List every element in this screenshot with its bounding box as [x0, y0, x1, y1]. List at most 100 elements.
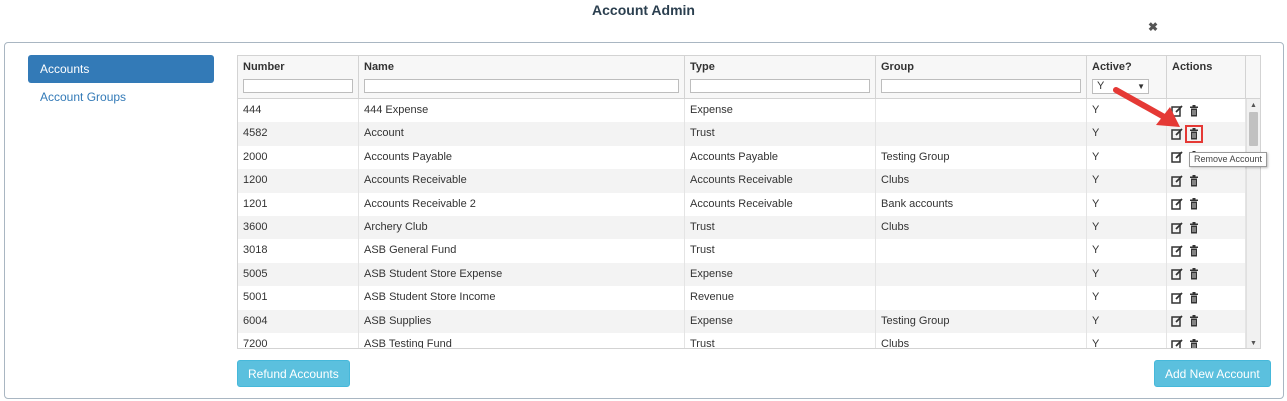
cell-actions [1167, 239, 1246, 263]
cell-actions [1167, 262, 1246, 287]
cell-actions [1167, 286, 1246, 310]
edit-icon[interactable] [1171, 175, 1183, 187]
sidebar-item-account-groups[interactable]: Account Groups [28, 83, 214, 111]
edit-icon[interactable] [1171, 268, 1183, 281]
trash-icon[interactable] [1188, 245, 1200, 257]
active-filter-value: Y [1097, 80, 1105, 92]
name-filter-input[interactable] [364, 79, 679, 93]
sidebar: Accounts Account Groups [28, 55, 214, 111]
cell-active: Y [1087, 145, 1167, 170]
cell-number: 3018 [238, 239, 359, 263]
trash-icon[interactable] [1188, 315, 1200, 327]
cell-type: Trust [685, 239, 876, 263]
cell-active: Y [1087, 169, 1167, 193]
annotation-arrow-icon [1113, 87, 1180, 127]
cell-group [876, 286, 1087, 310]
cell-group: Testing Group [876, 145, 1087, 170]
cell-group: Bank accounts [876, 192, 1087, 216]
cell-active: Y [1087, 286, 1167, 310]
add-new-account-button[interactable]: Add New Account [1154, 360, 1271, 387]
column-header-type: Type [690, 61, 715, 73]
cell-number: 1200 [238, 169, 359, 193]
trash-icon[interactable] [1188, 268, 1200, 280]
column-header-group: Group [881, 61, 914, 73]
column-header-name: Name [364, 61, 394, 73]
column-group: Group [876, 56, 1087, 99]
clear-filter-icon[interactable]: ✖ [1148, 20, 1158, 34]
accounts-grid: Number Name Type Group Active? Y ▼ Actio… [237, 55, 1261, 349]
cell-active: Y [1087, 309, 1167, 333]
trash-icon[interactable] [1188, 221, 1200, 234]
table-row: 1201 Accounts Receivable 2 Accounts Receiv… [238, 192, 1246, 216]
cell-type: Trust [685, 216, 876, 240]
cell-name: Accounts Receivable [359, 169, 685, 193]
scroll-down-icon[interactable]: ▼ [1250, 340, 1257, 347]
cell-number: 5001 [238, 286, 359, 310]
cell-name: Account [359, 122, 685, 146]
trash-icon[interactable] [1188, 174, 1200, 187]
cell-type: Trust [685, 333, 876, 348]
table-row: 5005 ASB Student Store Expense Expense Y [238, 262, 1246, 287]
edit-icon[interactable] [1171, 198, 1183, 211]
cell-group: Clubs [876, 169, 1087, 193]
column-name: Name [359, 56, 685, 99]
edit-icon[interactable] [1171, 222, 1183, 234]
trash-icon[interactable] [1188, 338, 1200, 348]
cell-name: 444 Expense [359, 99, 685, 123]
cell-name: ASB Student Store Expense [359, 262, 685, 287]
group-filter-input[interactable] [881, 79, 1081, 93]
scroll-up-icon[interactable]: ▲ [1250, 102, 1257, 109]
number-filter-input[interactable] [243, 79, 353, 93]
cell-type: Expense [685, 309, 876, 333]
cell-name: ASB Student Store Income [359, 286, 685, 310]
table-row: 2000 Accounts Payable Accounts Payable Test… [238, 145, 1246, 170]
table-row: 444 444 Expense Expense Y [238, 99, 1246, 123]
cell-name: Archery Club [359, 216, 685, 240]
edit-icon[interactable] [1171, 151, 1183, 164]
cell-group [876, 239, 1087, 263]
column-header-number: Number [243, 61, 285, 73]
cell-name: Accounts Payable [359, 145, 685, 170]
cell-name: ASB General Fund [359, 239, 685, 263]
grid-header: Number Name Type Group Active? Y ▼ Actio… [238, 56, 1260, 99]
cell-actions [1167, 169, 1246, 193]
column-number: Number [238, 56, 359, 99]
cell-type: Expense [685, 262, 876, 287]
column-header-actions: Actions [1172, 61, 1213, 73]
table-row: 1200 Accounts Receivable Accounts Receivab… [238, 169, 1246, 193]
cell-actions [1167, 216, 1246, 240]
trash-icon[interactable] [1188, 198, 1200, 210]
sidebar-item-accounts[interactable]: Accounts [28, 55, 214, 83]
refund-accounts-button[interactable]: Refund Accounts [237, 360, 350, 387]
cell-group: Clubs [876, 333, 1087, 348]
grid-scrollbar[interactable]: ▲ ▼ [1246, 99, 1260, 348]
cell-active: Y [1087, 216, 1167, 240]
cell-type: Expense [685, 99, 876, 123]
cell-name: Accounts Receivable 2 [359, 192, 685, 216]
scroll-thumb[interactable] [1249, 112, 1258, 146]
page-title: Account Admin [592, 2, 695, 18]
cell-number: 2000 [238, 145, 359, 170]
cell-name: ASB Testing Fund [359, 333, 685, 348]
table-row: 5001 ASB Student Store Income Revenue Y [238, 286, 1246, 310]
edit-icon[interactable] [1171, 245, 1183, 257]
edit-icon[interactable] [1171, 315, 1183, 328]
remove-account-tooltip: Remove Account [1189, 152, 1268, 167]
cell-actions [1167, 192, 1246, 216]
trash-icon[interactable] [1188, 291, 1200, 304]
cell-active: Y [1087, 333, 1167, 348]
cell-number: 6004 [238, 309, 359, 333]
cell-actions [1167, 309, 1246, 333]
cell-group [876, 122, 1087, 146]
edit-icon[interactable] [1171, 339, 1183, 348]
cell-number: 4582 [238, 122, 359, 146]
cell-group: Testing Group [876, 309, 1087, 333]
cell-type: Accounts Payable [685, 145, 876, 170]
cell-active: Y [1087, 239, 1167, 263]
edit-icon[interactable] [1171, 292, 1183, 304]
column-header-active: Active? [1092, 61, 1132, 73]
type-filter-input[interactable] [690, 79, 870, 93]
cell-number: 7200 [238, 333, 359, 348]
cell-number: 444 [238, 99, 359, 123]
cell-type: Accounts Receivable [685, 192, 876, 216]
